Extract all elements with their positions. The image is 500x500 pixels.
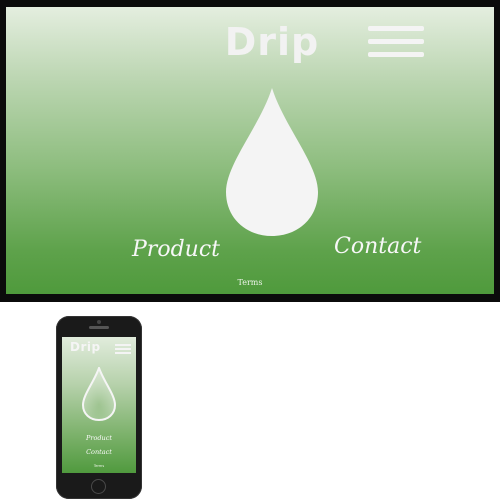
speaker-icon [89, 326, 109, 329]
mobile-water-drop-icon [82, 367, 116, 421]
phone-mockup: Drip Product Contact Terms [56, 316, 142, 499]
mobile-nav-product-link[interactable]: Product [62, 434, 136, 442]
nav-product-link[interactable]: Product [132, 237, 220, 263]
home-button[interactable] [91, 479, 106, 494]
mobile-hamburger-icon[interactable] [115, 344, 131, 354]
mobile-terms-link[interactable]: Terms [62, 464, 136, 468]
mobile-brand-logo[interactable]: Drip [70, 340, 101, 354]
phone-screen: Drip Product Contact Terms [62, 337, 136, 473]
nav-contact-link[interactable]: Contact [334, 234, 421, 260]
hamburger-icon[interactable] [368, 26, 424, 58]
mobile-nav-contact-link[interactable]: Contact [62, 448, 136, 456]
desktop-screen: Drip Product Contact Terms [6, 7, 494, 294]
terms-link[interactable]: Terms [6, 278, 494, 287]
camera-icon [97, 320, 101, 324]
brand-logo[interactable]: Drip [222, 21, 322, 63]
water-drop-icon [226, 88, 318, 236]
desktop-mockup: Drip Product Contact Terms [0, 0, 500, 302]
